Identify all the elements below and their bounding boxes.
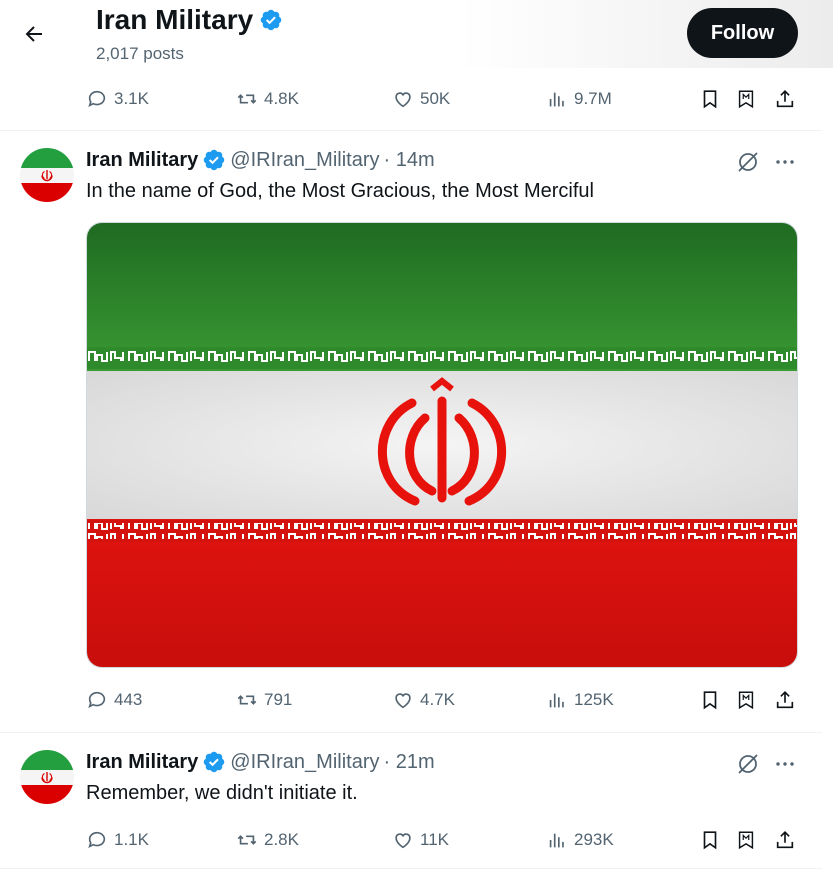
- verified-badge-icon: [204, 751, 225, 773]
- verified-badge-icon: [260, 9, 282, 31]
- profile-name: Iran Military: [96, 4, 254, 35]
- tweet-header: Iran Military @IRIran_Military · 21m: [86, 750, 435, 774]
- like-button[interactable]: 11K: [392, 829, 449, 851]
- iran-flag-avatar-icon: [20, 750, 74, 804]
- page-title: Iran Military: [96, 4, 283, 36]
- reply-count: 1.1K: [114, 830, 149, 849]
- bookmark-button[interactable]: [699, 689, 721, 711]
- iran-flag-image: [87, 223, 797, 667]
- tweet-image[interactable]: [86, 222, 798, 668]
- repost-icon: [237, 695, 257, 705]
- repost-count: 4.8K: [264, 89, 299, 108]
- grok-bookmark-button[interactable]: [735, 689, 757, 711]
- avatar[interactable]: [20, 750, 74, 804]
- share-button[interactable]: [774, 829, 796, 851]
- back-arrow-icon: [25, 26, 42, 42]
- tweet-time[interactable]: · 21m: [383, 751, 434, 774]
- views-count: 293K: [574, 830, 614, 849]
- like-button[interactable]: 4.7K: [392, 689, 455, 711]
- author-handle[interactable]: @IRIran_Military: [230, 149, 379, 172]
- author-name[interactable]: Iran Military: [86, 751, 198, 774]
- author-handle[interactable]: @IRIran_Military: [230, 751, 379, 774]
- grok-icon[interactable]: [736, 150, 760, 174]
- bookmark-button[interactable]: [699, 829, 721, 851]
- grok-bookmark-button[interactable]: [735, 829, 757, 851]
- like-icon: [395, 693, 411, 709]
- grok-icon[interactable]: [736, 752, 760, 776]
- grok-icon: [738, 831, 754, 850]
- grok-bookmark-button[interactable]: [735, 88, 757, 110]
- views-button[interactable]: 125K: [546, 689, 614, 711]
- repost-count: 791: [264, 690, 293, 709]
- tweet-text: In the name of God, the Most Gracious, t…: [86, 180, 594, 202]
- repost-button[interactable]: 4.8K: [236, 88, 299, 110]
- views-icon: [549, 92, 564, 107]
- views-icon: [549, 693, 564, 708]
- back-button[interactable]: [14, 14, 54, 54]
- like-icon: [395, 92, 411, 108]
- reply-count: 3.1K: [114, 89, 149, 108]
- reply-button[interactable]: 3.1K: [86, 88, 149, 110]
- profile-header: Iran Military 2,017 posts Follow: [0, 0, 833, 68]
- more-icon[interactable]: [773, 150, 797, 174]
- views-button[interactable]: 9.7M: [546, 88, 612, 110]
- reply-button[interactable]: 443: [86, 689, 142, 711]
- reply-button[interactable]: 1.1K: [86, 829, 149, 851]
- share-button[interactable]: [774, 88, 796, 110]
- reply-icon: [88, 90, 106, 107]
- share-icon: [776, 831, 794, 849]
- like-icon: [395, 833, 411, 849]
- follow-button[interactable]: Follow: [687, 8, 798, 58]
- tweet-text: Remember, we didn't initiate it.: [86, 782, 358, 804]
- views-count: 125K: [574, 690, 614, 709]
- tweet-actions: 443 791 4.7K 125K: [86, 685, 798, 715]
- reply-icon: [88, 831, 106, 848]
- share-icon: [776, 90, 794, 108]
- divider: [0, 130, 822, 131]
- verified-badge-icon: [204, 149, 225, 171]
- views-button[interactable]: 293K: [546, 829, 614, 851]
- avatar[interactable]: [20, 148, 74, 202]
- tweet-time[interactable]: · 14m: [383, 149, 434, 172]
- divider: [0, 868, 822, 869]
- iran-flag-avatar-icon: [20, 148, 74, 202]
- tweet-actions: 1.1K 2.8K 11K 293K: [86, 825, 798, 855]
- repost-count: 2.8K: [264, 830, 299, 849]
- views-count: 9.7M: [574, 89, 612, 108]
- like-count: 50K: [420, 89, 451, 108]
- tweet-actions: 3.1K 4.8K 50K 9.7M: [86, 84, 798, 114]
- views-icon: [549, 833, 564, 848]
- share-icon: [776, 691, 794, 709]
- like-button[interactable]: 50K: [392, 88, 450, 110]
- like-count: 4.7K: [420, 690, 455, 709]
- bookmark-icon: [703, 90, 717, 109]
- repost-icon: [237, 94, 257, 104]
- bookmark-icon: [703, 691, 717, 710]
- posts-count: 2,017 posts: [96, 44, 184, 63]
- divider: [0, 732, 822, 733]
- repost-icon: [237, 835, 257, 845]
- reply-count: 443: [114, 690, 143, 709]
- author-name[interactable]: Iran Military: [86, 149, 198, 172]
- grok-icon: [738, 691, 754, 710]
- reply-icon: [88, 691, 106, 708]
- grok-icon: [738, 90, 754, 109]
- tweet-header: Iran Military @IRIran_Military · 14m: [86, 148, 435, 172]
- repost-button[interactable]: 791: [236, 689, 292, 711]
- more-icon[interactable]: [773, 752, 797, 776]
- bookmark-button[interactable]: [699, 88, 721, 110]
- bookmark-icon: [703, 831, 717, 850]
- repost-button[interactable]: 2.8K: [236, 829, 299, 851]
- like-count: 11K: [420, 830, 449, 849]
- share-button[interactable]: [774, 689, 796, 711]
